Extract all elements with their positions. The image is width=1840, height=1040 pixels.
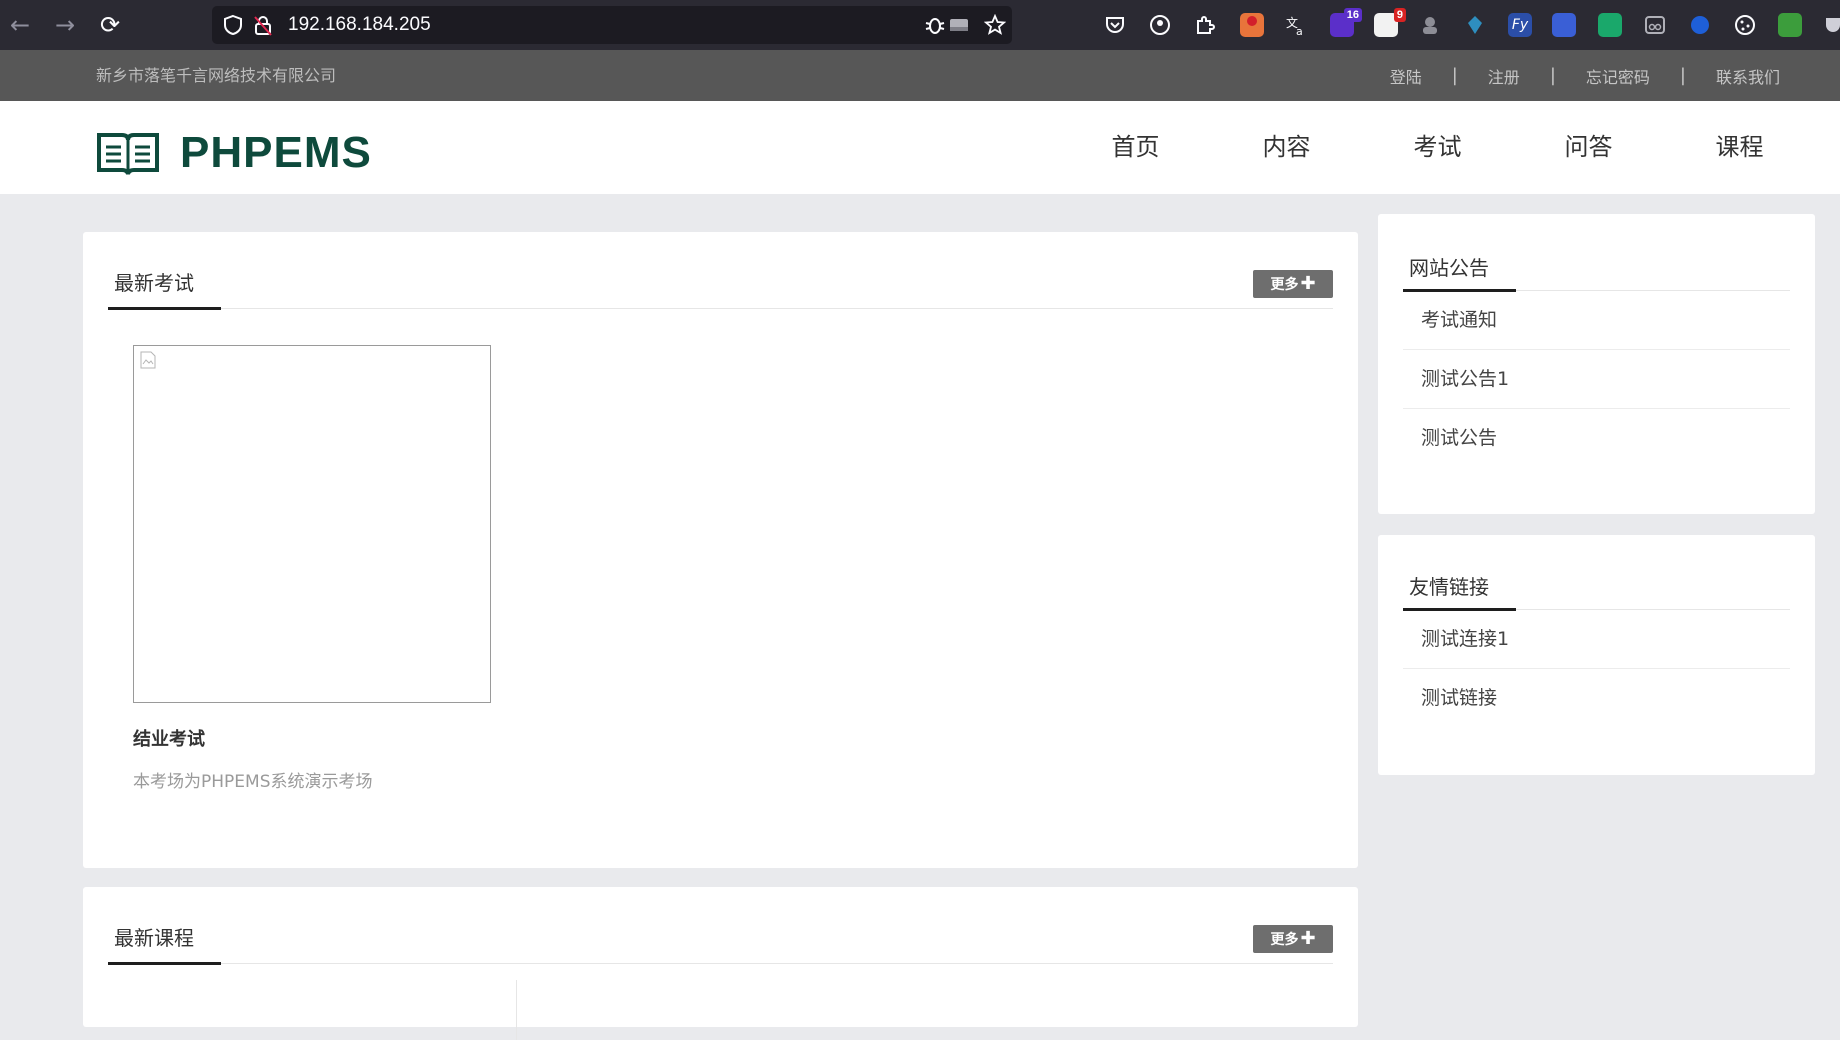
back-arrow-icon: ← xyxy=(9,11,31,39)
exam-title[interactable]: 结业考试 xyxy=(133,725,491,751)
bookmark-star-icon[interactable] xyxy=(984,14,1006,36)
mail-extension-icon[interactable]: 9 xyxy=(1374,8,1406,37)
extension-badge: 9 xyxy=(1393,8,1406,22)
exam-description: 本考场为PHPEMS系统演示考场 xyxy=(133,772,373,792)
nav-course[interactable]: 课程 xyxy=(1664,101,1815,194)
account-icon[interactable] xyxy=(1148,13,1172,37)
shield-extension-icon[interactable]: 16 xyxy=(1330,8,1362,37)
reader-extension-icon[interactable] xyxy=(1643,13,1667,37)
svg-text:a: a xyxy=(1296,25,1303,37)
plus-icon: ✚ xyxy=(1300,928,1316,949)
latest-courses-panel: 最新课程 更多 ✚ xyxy=(83,887,1358,1040)
shield-icon[interactable] xyxy=(222,14,244,36)
insecure-lock-icon[interactable] xyxy=(252,14,274,36)
notice-item[interactable]: 考试通知 xyxy=(1403,291,1790,350)
fy-extension-icon[interactable]: Fy xyxy=(1508,13,1532,37)
notices-list: 考试通知 测试公告1 测试公告 xyxy=(1403,291,1790,467)
book-logo-icon xyxy=(97,133,159,175)
translate-icon[interactable]: 文 a xyxy=(1284,13,1308,37)
register-link[interactable]: 注册 xyxy=(1488,64,1520,88)
title-underline xyxy=(108,962,221,965)
code-extension-icon[interactable] xyxy=(1598,13,1622,37)
link-separator: | xyxy=(1451,65,1458,86)
login-link[interactable]: 登陆 xyxy=(1390,64,1422,88)
panel-title: 友情链接 xyxy=(1409,575,1489,599)
panel-header: 网站公告 xyxy=(1403,214,1790,292)
blue-circle-extension-icon[interactable] xyxy=(1688,13,1712,37)
site-header: PHPEMS 首页 内容 考试 问答 课程 xyxy=(0,101,1840,194)
notice-item[interactable]: 测试公告 xyxy=(1403,409,1790,467)
nav-exam[interactable]: 考试 xyxy=(1362,101,1513,194)
more-label: 更多 xyxy=(1270,932,1299,948)
panel-title: 最新考试 xyxy=(114,271,194,295)
music-extension-icon[interactable] xyxy=(1552,13,1576,37)
main-nav: 首页 内容 考试 问答 课程 xyxy=(1060,101,1815,194)
link-separator: | xyxy=(1679,65,1686,86)
spy-extension-icon[interactable] xyxy=(1418,13,1442,37)
extensions-puzzle-icon[interactable] xyxy=(1193,13,1217,37)
forgot-password-link[interactable]: 忘记密码 xyxy=(1586,64,1650,88)
overflow-extension-icon[interactable] xyxy=(1822,13,1840,37)
exam-card[interactable]: 结业考试 本考场为PHPEMS系统演示考场 xyxy=(133,345,491,792)
reload-icon: ⟳ xyxy=(99,11,121,39)
green-extension-icon[interactable] xyxy=(1778,13,1802,37)
exam-thumbnail[interactable] xyxy=(133,345,491,703)
title-underline xyxy=(108,307,221,310)
nav-qa[interactable]: 问答 xyxy=(1513,101,1664,194)
latest-exams-panel: 最新考试 更多 ✚ 结业考试 本考场为PHPEMS系统演示考场 xyxy=(83,232,1358,868)
contact-us-link[interactable]: 联系我们 xyxy=(1716,64,1780,88)
back-button[interactable]: ← xyxy=(0,0,40,50)
drive-icon[interactable] xyxy=(948,14,970,36)
cookie-icon[interactable] xyxy=(1733,13,1757,37)
friend-link-item[interactable]: 测试链接 xyxy=(1403,669,1790,727)
account-links: 登陆 | 注册 | 忘记密码 | 联系我们 xyxy=(1390,50,1780,101)
pocket-icon[interactable] xyxy=(1103,13,1127,37)
plus-icon: ✚ xyxy=(1300,273,1316,294)
column-divider xyxy=(516,980,517,1040)
friend-links-list: 测试连接1 测试链接 xyxy=(1403,610,1790,727)
panel-header: 友情链接 xyxy=(1403,535,1790,611)
extension-badge: 16 xyxy=(1343,8,1362,22)
url-text: 192.168.184.205 xyxy=(288,14,431,35)
friend-link-item[interactable]: 测试连接1 xyxy=(1403,610,1790,669)
link-separator: | xyxy=(1549,65,1556,86)
panel-header: 最新考试 更多 ✚ xyxy=(108,232,1333,310)
notice-item[interactable]: 测试公告1 xyxy=(1403,350,1790,409)
panel-header: 最新课程 更多 ✚ xyxy=(108,887,1333,965)
more-exams-button[interactable]: 更多 ✚ xyxy=(1253,270,1333,298)
ublock-extension-icon[interactable] xyxy=(1240,13,1264,37)
address-bar[interactable]: 192.168.184.205 xyxy=(212,6,1012,44)
panel-title: 最新课程 xyxy=(114,926,194,950)
broken-image-icon xyxy=(140,351,156,369)
browser-toolbar: ← → ⟳ 192.168.184.205 文 a 16 9 Fy xyxy=(0,0,1840,50)
notices-panel: 网站公告 考试通知 测试公告1 测试公告 xyxy=(1378,214,1815,514)
forward-arrow-icon: → xyxy=(54,11,76,39)
forward-button[interactable]: → xyxy=(45,0,85,50)
panel-title: 网站公告 xyxy=(1409,256,1489,280)
company-name: 新乡市落笔千言网络技术有限公司 xyxy=(96,66,337,85)
site-logo[interactable]: PHPEMS xyxy=(96,128,372,177)
more-label: 更多 xyxy=(1270,277,1299,293)
friend-links-panel: 友情链接 测试连接1 测试链接 xyxy=(1378,535,1815,775)
nav-content[interactable]: 内容 xyxy=(1211,101,1362,194)
crystal-extension-icon[interactable] xyxy=(1463,13,1487,37)
site-topbar: 新乡市落笔千言网络技术有限公司 登陆 | 注册 | 忘记密码 | 联系我们 xyxy=(0,50,1840,101)
reload-button[interactable]: ⟳ xyxy=(90,0,130,50)
nav-home[interactable]: 首页 xyxy=(1060,101,1211,194)
more-courses-button[interactable]: 更多 ✚ xyxy=(1253,925,1333,953)
logo-text: PHPEMS xyxy=(180,128,372,177)
bug-icon[interactable] xyxy=(924,14,946,36)
